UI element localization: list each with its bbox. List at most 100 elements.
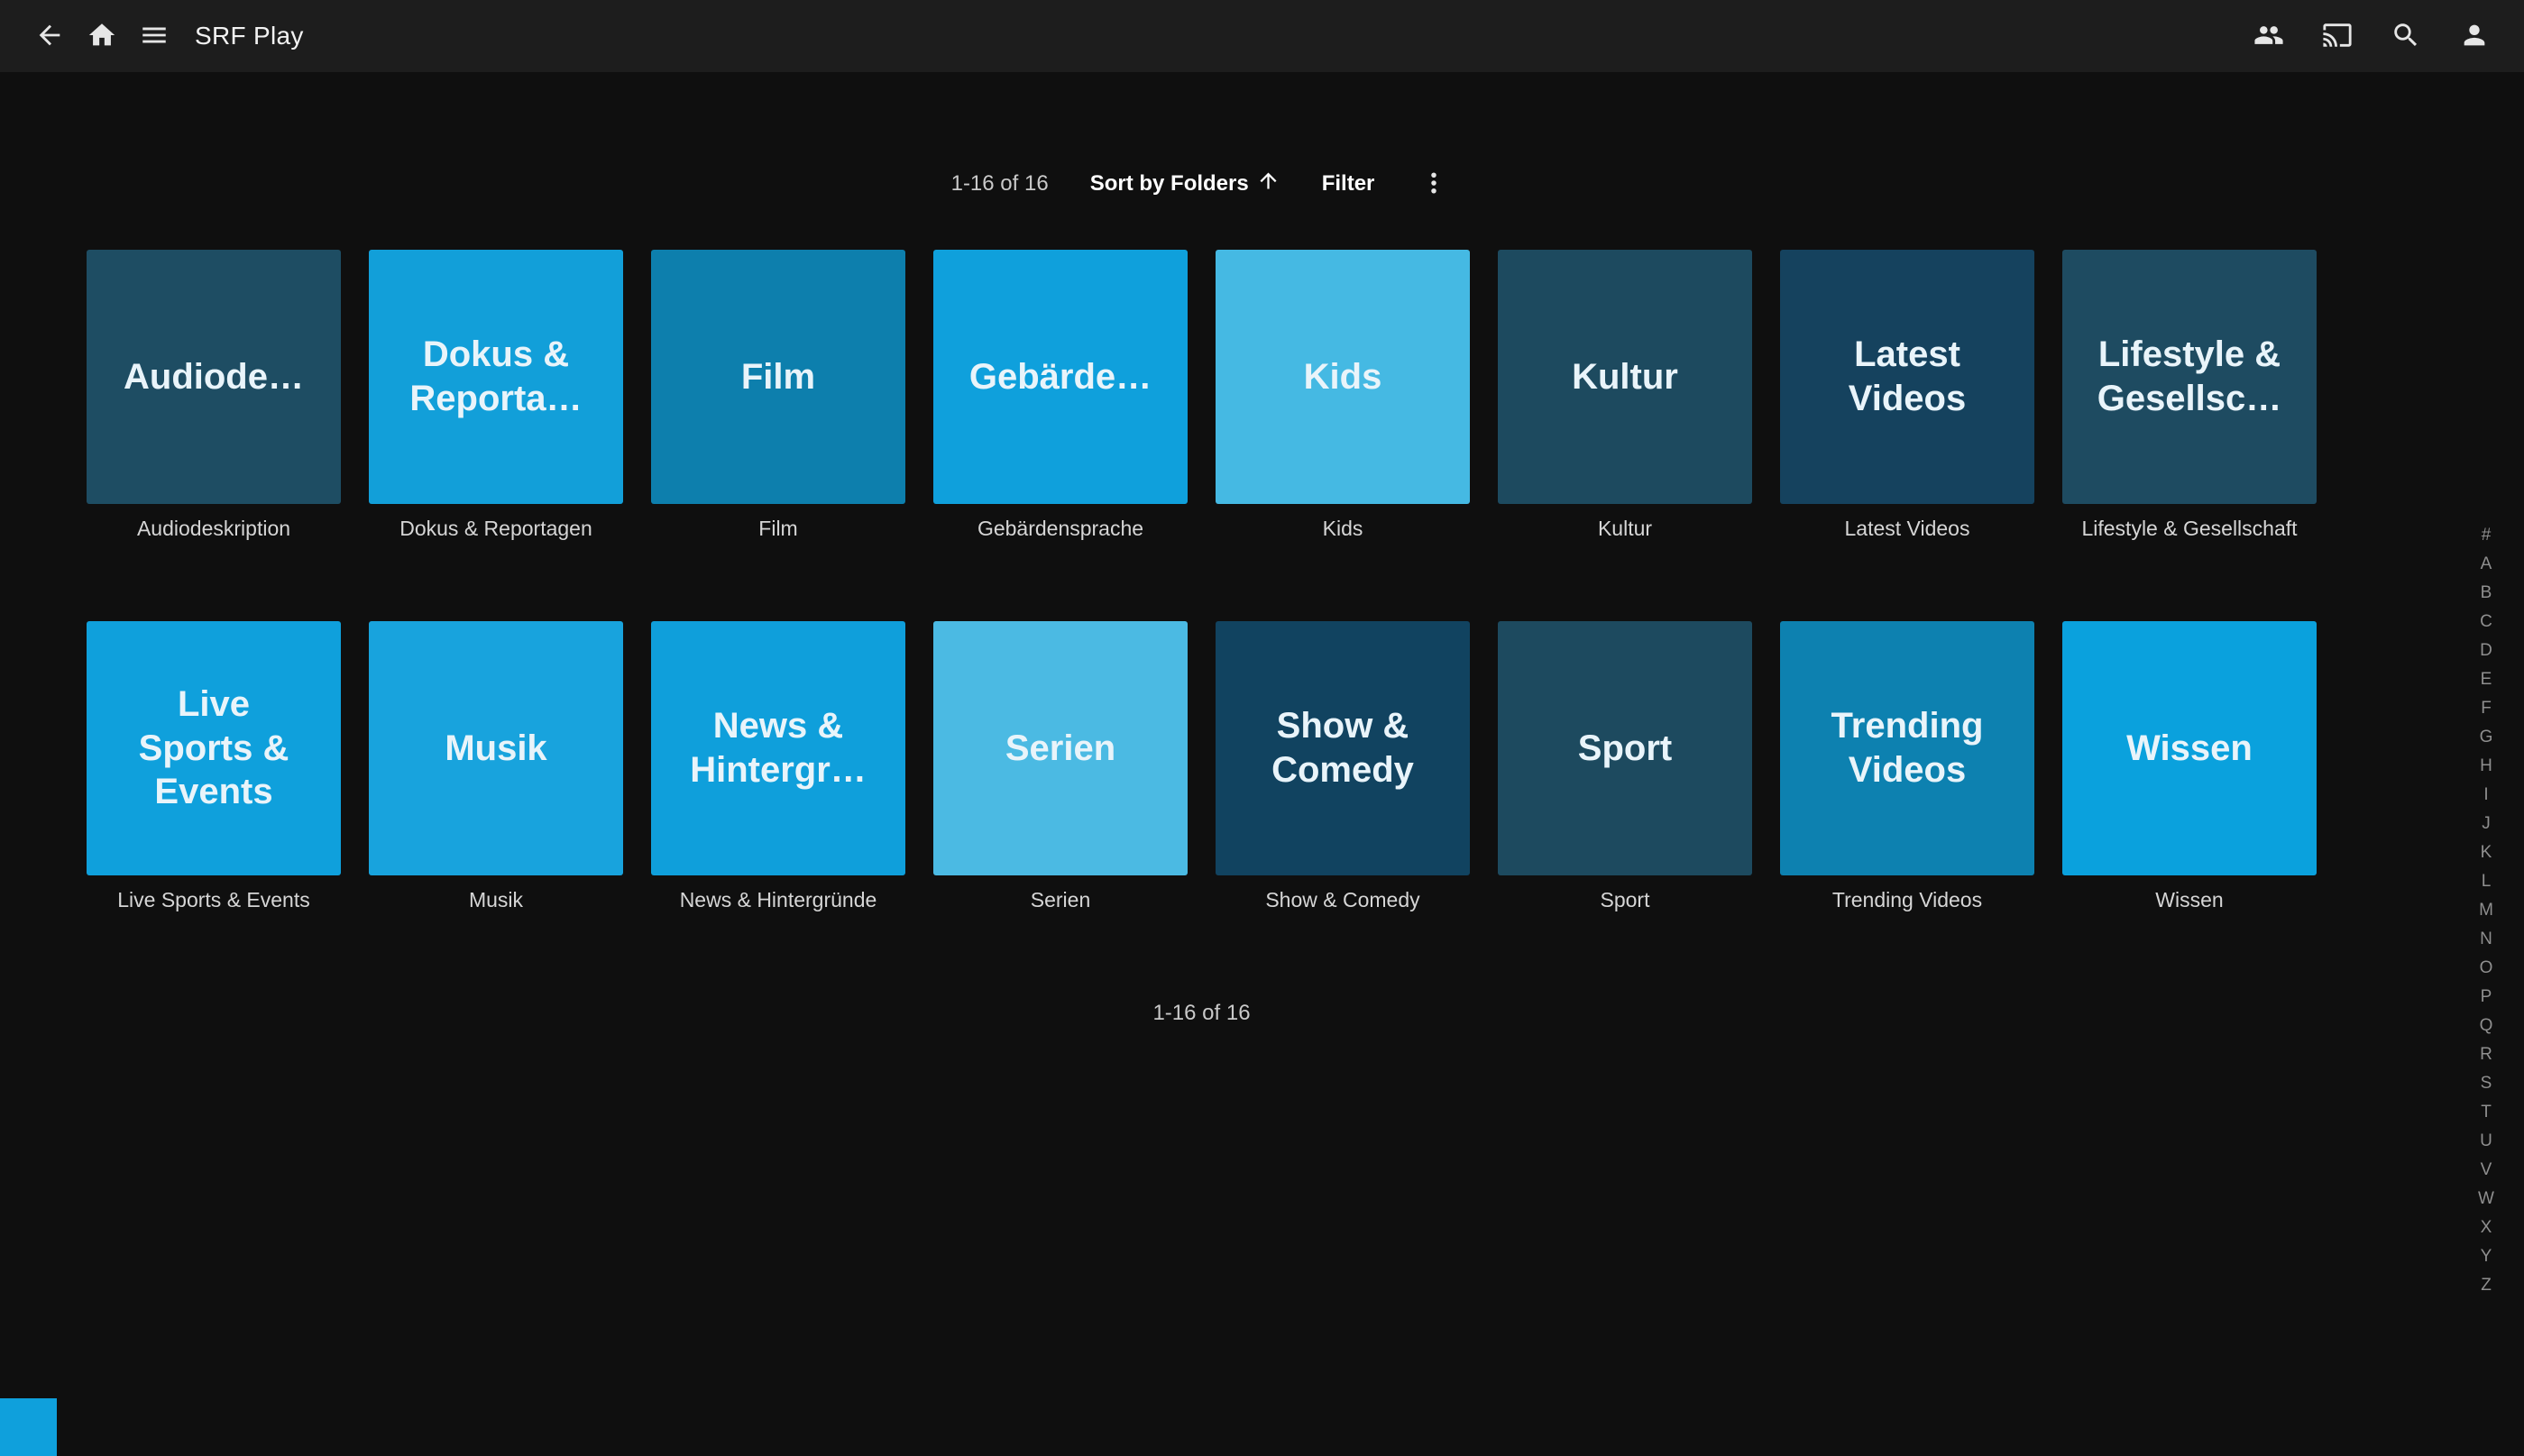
tile-card: Show & Comedy: [1216, 621, 1470, 875]
home-icon: [87, 20, 117, 53]
alpha-picker-letter[interactable]: J: [2482, 810, 2491, 838]
alpha-picker-letter[interactable]: D: [2480, 636, 2492, 665]
alpha-picker-letter[interactable]: W: [2478, 1185, 2494, 1213]
tile-title: Dokus & Reporta…: [399, 333, 592, 421]
filter-button[interactable]: Filter: [1322, 171, 1375, 197]
alpha-picker-letter[interactable]: T: [2481, 1098, 2492, 1127]
sort-button[interactable]: Sort by Folders: [1090, 169, 1280, 199]
alpha-picker-letter[interactable]: A: [2481, 550, 2492, 579]
tile-caption: Wissen: [2062, 888, 2317, 912]
library-tile-show-comedy[interactable]: Show & Comedy Show & Comedy: [1216, 621, 1470, 912]
arrow-back-icon: [34, 20, 65, 53]
tile-title: Kultur: [1561, 355, 1689, 399]
tiles-row-2: Live Sports & Events Live Sports & Event…: [87, 621, 2317, 912]
alpha-picker-letter[interactable]: Q: [2480, 1012, 2493, 1040]
alpha-picker-letter[interactable]: C: [2480, 608, 2492, 636]
alpha-picker-letter[interactable]: L: [2482, 867, 2492, 896]
tile-card: Serien: [933, 621, 1188, 875]
tile-card: Trending Videos: [1780, 621, 2034, 875]
alpha-picker-letter[interactable]: V: [2481, 1156, 2492, 1185]
tile-card: Musik: [369, 621, 623, 875]
library-tile-sport[interactable]: Sport Sport: [1498, 621, 1752, 912]
tile-caption: Film: [651, 517, 905, 541]
alpha-picker-letter[interactable]: Z: [2481, 1271, 2492, 1300]
cast-button[interactable]: [2311, 10, 2363, 62]
library-tile-kids[interactable]: Kids Kids: [1216, 250, 1470, 541]
tile-caption: Serien: [933, 888, 1188, 912]
alpha-picker-letter[interactable]: O: [2480, 954, 2493, 983]
alpha-picker-letter[interactable]: K: [2481, 838, 2492, 867]
alpha-picker-letter[interactable]: R: [2480, 1040, 2492, 1069]
tile-caption: Musik: [369, 888, 623, 912]
more-options-button[interactable]: [1416, 166, 1452, 202]
library-tile-gebaerdensprache[interactable]: Gebärde… Gebärdensprache: [933, 250, 1188, 541]
library-tile-serien[interactable]: Serien Serien: [933, 621, 1188, 912]
tile-card: News & Hintergr…: [651, 621, 905, 875]
app-page: SRF Play: [0, 0, 2524, 1456]
footer-item-count: 1-16 of 16: [87, 1001, 2317, 1026]
library-tile-dokus-reportagen[interactable]: Dokus & Reporta… Dokus & Reportagen: [369, 250, 623, 541]
person-icon: [2459, 20, 2490, 53]
alpha-picker-letter[interactable]: B: [2481, 579, 2492, 608]
tile-title: Audiode…: [113, 355, 315, 399]
tile-card: Dokus & Reporta…: [369, 250, 623, 504]
tile-caption: Show & Comedy: [1216, 888, 1470, 912]
library-tile-news-hintergruende[interactable]: News & Hintergr… News & Hintergründe: [651, 621, 905, 912]
tile-title: Kids: [1293, 355, 1393, 399]
menu-button[interactable]: [128, 10, 180, 62]
tile-card: Kids: [1216, 250, 1470, 504]
library-tile-latest-videos[interactable]: Latest Videos Latest Videos: [1780, 250, 2034, 541]
syncplay-button[interactable]: [2243, 10, 2295, 62]
partial-offscreen-tile: [0, 1398, 57, 1456]
alpha-picker-letter[interactable]: N: [2480, 925, 2492, 954]
cast-icon: [2322, 20, 2353, 53]
tile-title: Wissen: [2116, 727, 2263, 771]
user-button[interactable]: [2448, 10, 2501, 62]
library-tile-musik[interactable]: Musik Musik: [369, 621, 623, 912]
tile-caption: Lifestyle & Gesellschaft: [2062, 517, 2317, 541]
tiles-row-1: Audiode… Audiodeskription Dokus & Report…: [87, 250, 2317, 541]
alpha-picker-letter[interactable]: U: [2480, 1127, 2492, 1156]
tile-caption: Kids: [1216, 517, 1470, 541]
home-button[interactable]: [76, 10, 128, 62]
library-tile-wissen[interactable]: Wissen Wissen: [2062, 621, 2317, 912]
alpha-picker-letter[interactable]: G: [2480, 723, 2493, 752]
tile-card: Film: [651, 250, 905, 504]
sort-button-label: Sort by Folders: [1090, 171, 1249, 197]
tile-caption: Trending Videos: [1780, 888, 2034, 912]
tile-caption: Latest Videos: [1780, 517, 2034, 541]
library-tile-trending-videos[interactable]: Trending Videos Trending Videos: [1780, 621, 2034, 912]
alpha-picker-letter[interactable]: I: [2483, 781, 2488, 810]
alpha-picker-letter[interactable]: Y: [2481, 1242, 2492, 1271]
library-tile-audiodeskription[interactable]: Audiode… Audiodeskription: [87, 250, 341, 541]
alpha-picker-letter[interactable]: X: [2481, 1213, 2492, 1242]
page-title: SRF Play: [195, 22, 304, 50]
tile-title: Sport: [1567, 727, 1683, 771]
tile-card: Sport: [1498, 621, 1752, 875]
alpha-picker-letter[interactable]: M: [2479, 896, 2493, 925]
tile-title: Lifestyle & Gesellsc…: [2087, 333, 2293, 421]
tile-card: Lifestyle & Gesellsc…: [2062, 250, 2317, 504]
alpha-picker-letter[interactable]: P: [2481, 983, 2492, 1012]
arrow-up-icon: [1256, 169, 1280, 199]
filter-button-label: Filter: [1322, 171, 1375, 197]
toolbar: 1-16 of 16 Sort by Folders Filter: [87, 160, 2317, 207]
library-tile-live-sports-events[interactable]: Live Sports & Events Live Sports & Event…: [87, 621, 341, 912]
back-button[interactable]: [23, 10, 76, 62]
library-tile-film[interactable]: Film Film: [651, 250, 905, 541]
tile-caption: News & Hintergründe: [651, 888, 905, 912]
alpha-picker-letter[interactable]: H: [2480, 752, 2492, 781]
tile-title: Musik: [434, 727, 557, 771]
alpha-picker-letter[interactable]: #: [2482, 521, 2492, 550]
search-icon: [2391, 20, 2421, 53]
people-icon: [2253, 20, 2284, 53]
alpha-picker-letter[interactable]: E: [2481, 665, 2492, 694]
tile-caption: Sport: [1498, 888, 1752, 912]
appbar-actions: [2243, 10, 2501, 62]
library-tile-kultur[interactable]: Kultur Kultur: [1498, 250, 1752, 541]
library-tile-lifestyle-gesellschaft[interactable]: Lifestyle & Gesellsc… Lifestyle & Gesell…: [2062, 250, 2317, 541]
tile-card: Audiode…: [87, 250, 341, 504]
search-button[interactable]: [2380, 10, 2432, 62]
alpha-picker-letter[interactable]: F: [2481, 694, 2492, 723]
alpha-picker-letter[interactable]: S: [2481, 1069, 2492, 1098]
